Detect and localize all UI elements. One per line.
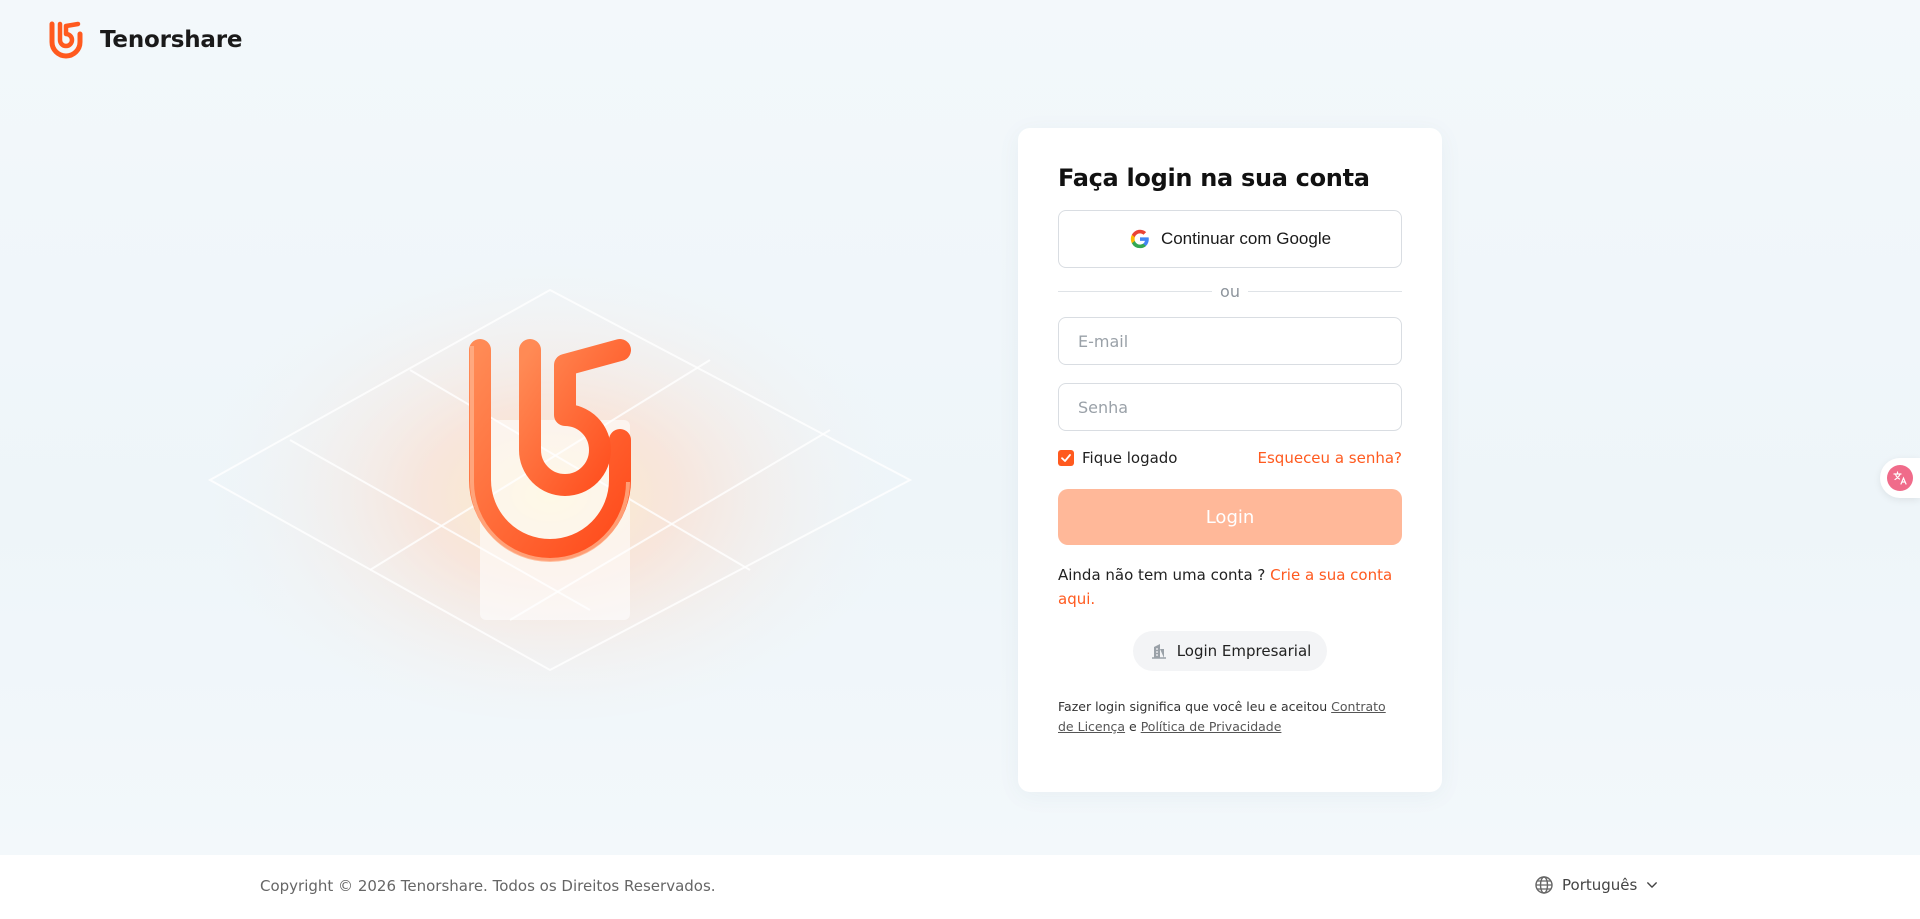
terms-prefix: Fazer login significa que você leu e ace…	[1058, 699, 1332, 714]
chevron-down-icon	[1647, 882, 1658, 888]
google-icon	[1130, 229, 1149, 249]
login-card: Faça login na sua conta Continuar com Go…	[1018, 128, 1442, 792]
hero-3d-logo-image	[190, 220, 913, 720]
check-icon	[1061, 454, 1071, 462]
password-field[interactable]	[1058, 383, 1402, 431]
login-page: Tenorshare Faça login na sua conta Conti…	[0, 0, 1920, 855]
google-login-label: Continuar com Google	[1160, 229, 1332, 248]
terms-and: e	[1125, 719, 1141, 734]
login-options: Fique logado Esqueceu a senha?	[1058, 449, 1402, 467]
globe-icon	[1535, 876, 1553, 894]
enterprise-wrap: Login Empresarial	[1058, 631, 1402, 671]
tenorshare-logo-icon	[49, 21, 83, 59]
email-field[interactable]	[1058, 317, 1402, 365]
forgot-password-link[interactable]: Esqueceu a senha?	[1258, 449, 1402, 467]
translate-icon	[1887, 465, 1913, 491]
or-divider: ou	[1058, 282, 1402, 301]
login-button[interactable]: Login	[1058, 489, 1402, 545]
terms-notice: Fazer login significa que você leu e ace…	[1058, 697, 1402, 737]
hero-illustration	[150, 150, 990, 750]
remember-checkbox[interactable]	[1058, 450, 1074, 466]
google-login-button[interactable]: Continuar com Google	[1058, 210, 1402, 268]
divider-text: ou	[1220, 282, 1240, 301]
brand-header[interactable]: Tenorshare	[48, 20, 242, 60]
remember-me[interactable]: Fique logado	[1058, 449, 1178, 467]
card-title: Faça login na sua conta	[1058, 164, 1370, 192]
remember-label: Fique logado	[1082, 449, 1178, 467]
signup-prompt: Ainda não tem uma conta ? Crie a sua con…	[1058, 563, 1402, 611]
privacy-policy-link[interactable]: Política de Privacidade	[1141, 719, 1282, 734]
language-selector[interactable]: Português	[1534, 875, 1659, 895]
divider-line-right	[1247, 291, 1402, 292]
divider-line-left	[1058, 291, 1213, 292]
language-label: Português	[1562, 876, 1638, 894]
enterprise-login-label: Login Empresarial	[1176, 642, 1312, 660]
enterprise-login-button[interactable]: Login Empresarial	[1132, 631, 1328, 671]
translate-button[interactable]	[1880, 458, 1920, 498]
footer: Copyright © 2026 Tenorshare. Todos os Di…	[0, 855, 1920, 919]
signup-prefix: Ainda não tem uma conta ?	[1058, 566, 1271, 584]
copyright-text: Copyright © 2026 Tenorshare. Todos os Di…	[260, 877, 716, 895]
brand-name: Tenorshare	[100, 27, 243, 53]
building-icon	[1151, 644, 1166, 659]
